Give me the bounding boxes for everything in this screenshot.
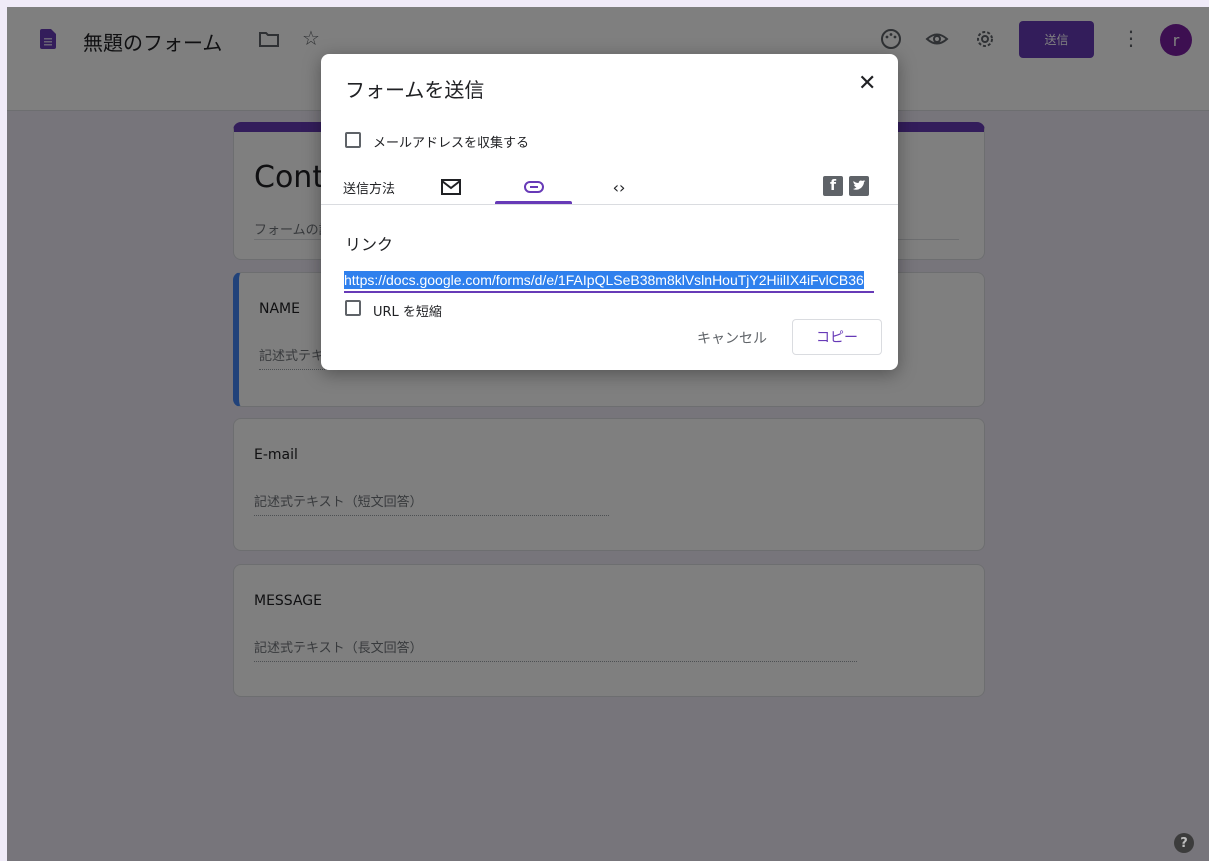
collect-email-label[interactable]: メールアドレスを収集する <box>373 132 529 151</box>
close-icon[interactable]: ✕ <box>858 72 876 96</box>
copy-button[interactable]: コピー <box>792 319 882 355</box>
facebook-icon[interactable]: f <box>823 176 843 196</box>
embed-icon: ‹› <box>612 177 626 197</box>
send-via-label: 送信方法 <box>343 182 396 197</box>
send-form-dialog: フォームを送信 ✕ メールアドレスを収集する 送信方法 ‹› f リンク htt… <box>321 54 898 370</box>
tab-email[interactable] <box>431 170 471 204</box>
link-icon <box>524 181 544 193</box>
mail-icon <box>441 179 461 195</box>
share-url-input[interactable]: https://docs.google.com/forms/d/e/1FAIpQ… <box>344 269 874 291</box>
link-heading: リンク <box>345 235 394 254</box>
twitter-icon[interactable] <box>849 176 869 196</box>
tab-link[interactable] <box>513 170 555 204</box>
shorten-url-checkbox[interactable] <box>345 300 361 316</box>
shorten-url-label[interactable]: URL を短縮 <box>373 301 442 320</box>
help-icon[interactable]: ? <box>1174 833 1194 853</box>
tabs-divider <box>321 204 898 205</box>
collect-email-checkbox[interactable] <box>345 132 361 148</box>
app-window: 無題のフォーム ☆ 送信 ⋮ r Cont フォームの説明 NAME 記述式テキ… <box>7 7 1209 861</box>
share-url-text[interactable]: https://docs.google.com/forms/d/e/1FAIpQ… <box>344 271 864 289</box>
cancel-button[interactable]: キャンセル <box>697 328 767 348</box>
tab-embed[interactable]: ‹› <box>599 170 639 204</box>
url-underline <box>344 291 874 293</box>
dialog-title: フォームを送信 <box>345 78 485 102</box>
